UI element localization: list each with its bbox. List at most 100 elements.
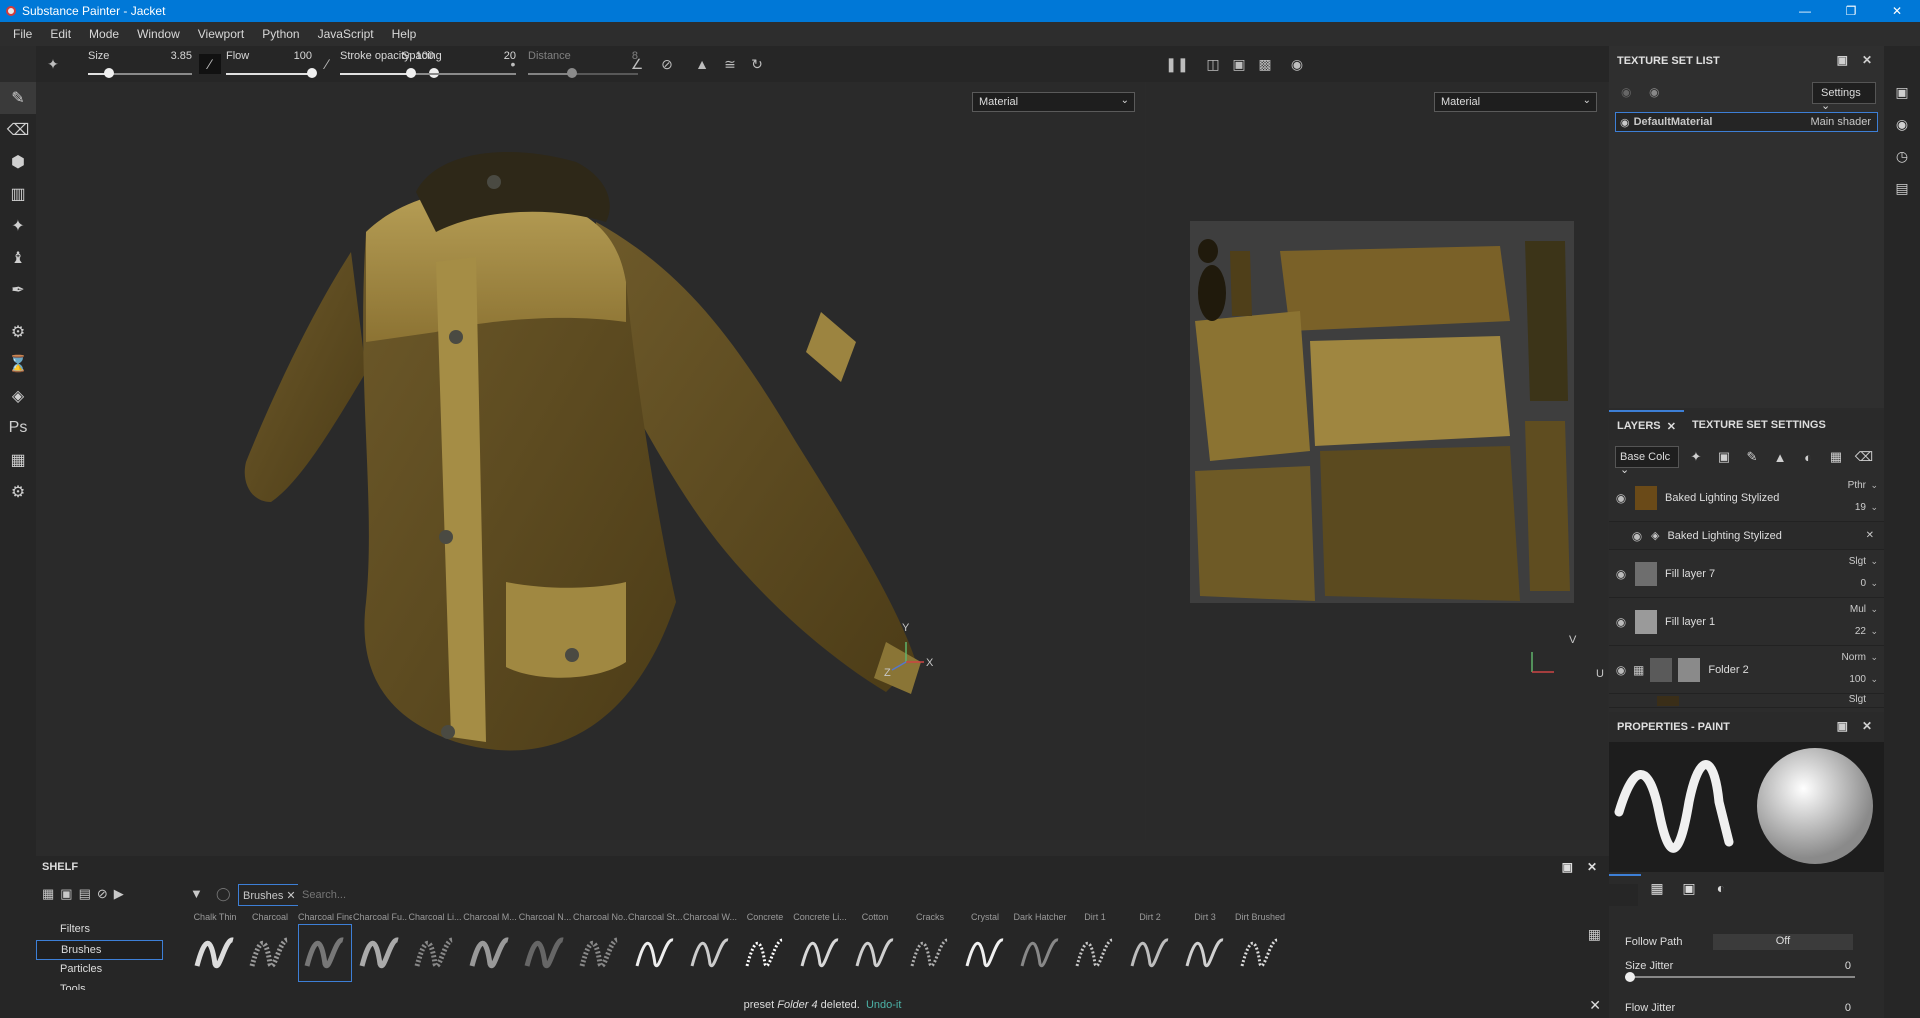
maximize-icon[interactable]: ▣	[1837, 719, 1848, 733]
tab-alpha-icon[interactable]: ◐	[1705, 874, 1737, 902]
close-icon[interactable]: ✕	[1589, 997, 1601, 1014]
camera-icon[interactable]: ▩	[1254, 54, 1276, 74]
restore-button[interactable]: ❐	[1828, 0, 1874, 22]
layer-row[interactable]: ◉ Fill layer 1 Mul ⌄ 22 ⌄	[1609, 598, 1884, 646]
bake-icon[interactable]: ⚙	[0, 316, 36, 348]
brush-preset[interactable]: Charcoal Fu...	[353, 912, 407, 992]
add-mask-icon[interactable]: ▣	[1713, 446, 1735, 468]
add-folder-icon[interactable]: ▦	[1825, 446, 1847, 468]
pressure-size-icon[interactable]: ∕	[199, 54, 221, 74]
screenshot-icon[interactable]: ◉	[1286, 54, 1308, 74]
symmetry-icon[interactable]: ▲	[691, 54, 713, 74]
close-icon[interactable]: ✕	[1862, 719, 1872, 733]
eraser-icon[interactable]: ⌫	[0, 114, 36, 146]
close-icon[interactable]: ✕	[1587, 860, 1597, 874]
menu-mode[interactable]: Mode	[80, 27, 128, 41]
tab-texture-set-settings[interactable]: TEXTURE SET SETTINGS	[1684, 410, 1834, 440]
minimize-button[interactable]: —	[1782, 0, 1828, 22]
new-shelf-icon[interactable]: ▣	[60, 886, 72, 902]
brush-preset[interactable]: Chalk Thin	[188, 912, 242, 992]
spacing-slider-handle[interactable]	[406, 68, 417, 78]
layer-row[interactable]: ◉ Fill layer 7 Slgt ⌄ 0 ⌄	[1609, 550, 1884, 598]
brush-preset[interactable]: Charcoal Li...	[408, 912, 462, 992]
brush-preset[interactable]: Cotton	[848, 912, 902, 992]
tab-stencil-icon[interactable]: ▣	[1673, 874, 1705, 902]
layer-effect-row[interactable]: ◉ ◈ Baked Lighting Stylized ✕	[1609, 522, 1884, 550]
brush-preset[interactable]: Charcoal W...	[683, 912, 737, 992]
distance-slider[interactable]: Distance 8	[528, 46, 642, 82]
brush-preset[interactable]: Charcoal St...	[628, 912, 682, 992]
grid-view-icon[interactable]: ▦	[1588, 926, 1601, 943]
import-icon[interactable]: ▶	[114, 886, 124, 902]
smudge-icon[interactable]: ✦	[0, 210, 36, 242]
settings-icon[interactable]: ⚙	[0, 476, 36, 508]
category-particles[interactable]: Particles	[36, 960, 186, 980]
jacket-model[interactable]	[36, 82, 1145, 840]
clone-stamp-icon[interactable]: ♝	[0, 242, 36, 274]
viewport-2d[interactable]: Material ⌄ V U	[1146, 82, 1608, 840]
tab-material-icon[interactable]: ▦	[1641, 874, 1673, 902]
brush-preset[interactable]: Charcoal	[243, 912, 297, 992]
maximize-icon[interactable]: ▣	[1837, 53, 1848, 67]
viewport-3d[interactable]: Material ⌄ Y Z X	[36, 82, 1145, 840]
tab-layers[interactable]: LAYERS ✕	[1609, 410, 1684, 440]
menu-file[interactable]: File	[4, 27, 41, 41]
brush-preset[interactable]: Dirt 1	[1068, 912, 1122, 992]
add-fill-layer-icon[interactable]: ▲	[1769, 446, 1791, 468]
category-filters[interactable]: Filters	[36, 920, 186, 940]
viewport-2d-mode-select[interactable]: Material ⌄	[1434, 92, 1597, 112]
close-icon[interactable]: ✕	[1866, 530, 1874, 541]
size-slider-handle[interactable]	[103, 68, 114, 78]
eye-icon[interactable]: ◉	[1613, 663, 1629, 677]
distance-slider-handle[interactable]	[567, 68, 577, 78]
delete-icon[interactable]: ⌫	[1853, 446, 1875, 468]
brush-preset[interactable]: Dirt 3	[1178, 912, 1232, 992]
add-effect-icon[interactable]: ✦	[1685, 446, 1707, 468]
menu-window[interactable]: Window	[128, 27, 189, 41]
size-jitter-slider-handle[interactable]	[1625, 972, 1635, 982]
shelf-search-input[interactable]	[298, 884, 1638, 906]
display-mode-icon[interactable]: ▣	[1228, 54, 1250, 74]
brush-preset[interactable]: Dark Hatcher	[1013, 912, 1067, 992]
projection-icon[interactable]: ⬢	[0, 146, 36, 178]
log-icon[interactable]: ▤	[1884, 172, 1920, 204]
menu-javascript[interactable]: JavaScript	[309, 27, 383, 41]
pause-icon[interactable]: ❚❚	[1165, 54, 1188, 74]
filter-tag[interactable]: Brushes ✕	[238, 884, 301, 906]
hide-icon[interactable]: ⊘	[97, 886, 108, 902]
refresh-icon[interactable]: ◯	[216, 886, 231, 902]
uv-texture-sheet[interactable]	[1190, 221, 1574, 603]
brush-preset[interactable]: Concrete	[738, 912, 792, 992]
add-paint-layer-icon[interactable]: ✎	[1741, 446, 1763, 468]
photoshop-icon[interactable]: Ps	[0, 412, 36, 444]
settings-dropdown[interactable]: Settings ⌄	[1812, 82, 1876, 112]
hourglass-icon[interactable]: ⌛	[0, 348, 36, 380]
backface-culling-icon[interactable]: ⊘	[656, 54, 678, 74]
texture-set-list-icon[interactable]: ▣	[1884, 76, 1920, 108]
size-slider[interactable]: Size 3.85	[88, 46, 196, 82]
brush-preset[interactable]: Charcoal N...	[518, 912, 572, 992]
polygon-fill-icon[interactable]: ▥	[0, 178, 36, 210]
menu-viewport[interactable]: Viewport	[189, 27, 253, 41]
layer-row[interactable]: ◉ ▦ Folder 2 Norm ⌄ 100 ⌄	[1609, 646, 1884, 694]
symmetry-axis-icon[interactable]: ≅	[719, 54, 741, 74]
color-picker-icon[interactable]: ✒	[0, 274, 36, 306]
filter-icon[interactable]: ▼	[190, 886, 203, 901]
save-icon[interactable]: ▤	[79, 886, 91, 902]
split-view-icon[interactable]: ◫	[1202, 54, 1224, 74]
close-icon[interactable]: ✕	[1667, 420, 1676, 433]
brush-preset[interactable]: Dirt Brushed	[1233, 912, 1287, 992]
lazy-mouse-icon[interactable]: •	[502, 54, 524, 74]
menu-edit[interactable]: Edit	[41, 27, 80, 41]
history-icon[interactable]: ◷	[1884, 140, 1920, 172]
channel-select[interactable]: Base Colc ⌄	[1615, 446, 1679, 476]
close-window-button[interactable]: ✕	[1874, 0, 1920, 22]
eye-icon[interactable]: ◉	[1613, 491, 1629, 505]
brush-preset[interactable]: Charcoal M...	[463, 912, 517, 992]
pressure-flow-icon[interactable]: ∕	[316, 54, 338, 74]
eye-icon[interactable]: ◉	[1613, 615, 1629, 629]
undo-link[interactable]: Undo-it	[866, 999, 901, 1011]
close-icon[interactable]: ✕	[286, 890, 295, 902]
visibility-all-icon[interactable]: ◉	[1621, 85, 1631, 99]
brush-preset[interactable]: Cracks	[903, 912, 957, 992]
